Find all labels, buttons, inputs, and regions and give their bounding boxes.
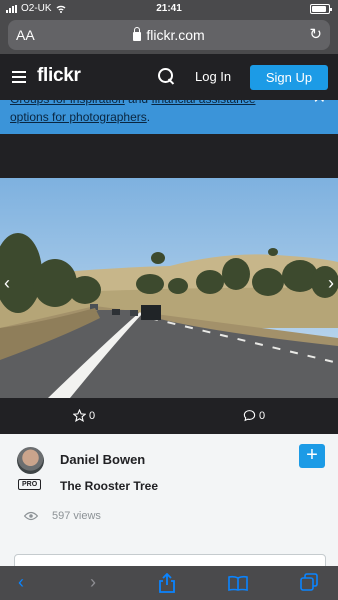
clock: 21:41 [156,3,182,14]
comment-count: 0 [259,409,266,422]
previous-photo-icon[interactable]: ‹ [4,273,10,294]
flickr-logo[interactable]: flickr [37,65,81,87]
lock-icon [133,27,142,41]
browser-toolbar: ‹ › [0,566,338,600]
share-icon[interactable] [158,573,176,593]
login-link[interactable]: Log In [195,69,231,84]
forward-icon[interactable]: › [90,572,96,593]
banner-end: . [146,110,151,124]
url-display[interactable]: flickr.com [8,27,330,43]
address-bar[interactable]: AA flickr.com ↻ [8,20,330,50]
pro-badge: PRO [18,479,42,490]
comment-button[interactable]: 0 [243,409,265,422]
reload-icon[interactable]: ↻ [309,25,322,43]
main-photo[interactable] [0,178,338,398]
author-name[interactable]: Daniel Bowen [60,452,145,467]
next-photo-icon[interactable]: › [328,273,334,294]
fave-button[interactable]: 0 [73,409,95,422]
bookmarks-icon[interactable] [228,575,248,591]
search-icon[interactable] [158,68,174,84]
back-icon[interactable]: ‹ [18,572,24,593]
menu-icon[interactable] [12,71,26,83]
battery-icon [310,4,332,14]
domain-label: flickr.com [146,27,205,43]
status-bar: O2-UK 21:41 [0,0,338,17]
avatar[interactable] [17,447,44,474]
views-count: 597 views [52,510,101,522]
views-row: 597 views [24,510,101,522]
fave-count: 0 [89,409,96,422]
signup-button[interactable]: Sign Up [250,65,328,90]
star-icon [73,409,86,422]
photo-title: The Rooster Tree [60,479,159,493]
photo-actions: 0 0 [0,398,338,434]
site-header: flickr Log In Sign Up [0,54,338,100]
browser-address-area: AA flickr.com ↻ [0,17,338,54]
eye-icon [24,511,38,521]
photo-info-panel: Daniel Bowen PRO The Rooster Tree 597 vi… [0,434,338,584]
tabs-icon[interactable] [300,573,318,591]
comment-icon [243,410,256,422]
plus-icon[interactable]: + [299,444,325,468]
photographers-options-link[interactable]: options for photographers [10,110,147,124]
